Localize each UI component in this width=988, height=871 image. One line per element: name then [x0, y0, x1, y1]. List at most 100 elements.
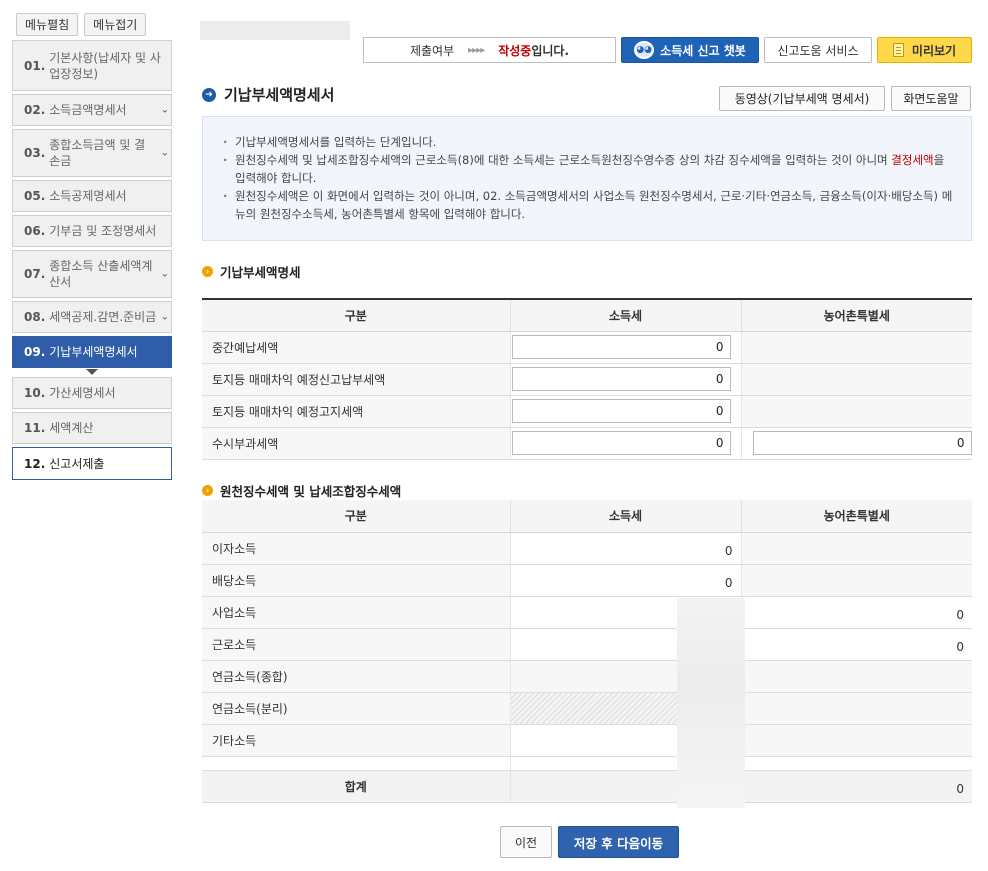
- rural-tax-value: [740, 724, 972, 757]
- row-label: 토지등 매매차익 예정고지세액: [202, 395, 510, 428]
- chatbot-icon: ◕◕: [634, 41, 655, 59]
- sidebar: 메뉴펼침 메뉴접기 01. 기본사항(납세자 및 사업장정보) 02. 소득금액…: [12, 13, 172, 483]
- sidebar-item-submit-return[interactable]: 12. 신고서제출: [12, 447, 172, 480]
- column-header: 농어촌특별세: [740, 299, 972, 332]
- land-sale-notice-tax-input[interactable]: [511, 399, 731, 423]
- table-row: 중간예납세액: [202, 331, 972, 364]
- status-tail: 입니다.: [531, 43, 570, 58]
- row-label: 사업소득: [202, 596, 510, 629]
- arrow-right-icon: ➜: [202, 87, 216, 102]
- sidebar-item-number: 01.: [24, 58, 46, 73]
- sidebar-item-label: 소득금액명세서: [49, 103, 127, 117]
- sidebar-item-number: 03.: [24, 146, 46, 160]
- chatbot-button[interactable]: ◕◕ 소득세 신고 챗봇: [621, 37, 759, 63]
- sidebar-item-number: 10.: [24, 386, 46, 400]
- column-header: 구분: [202, 299, 510, 332]
- sidebar-item-number: 09.: [24, 345, 46, 359]
- row-label: 기타소득: [202, 724, 510, 757]
- chevron-right-icon: ›: [202, 266, 213, 277]
- table-row: 사업소득 0: [202, 596, 972, 629]
- chevron-down-icon[interactable]: ⌄: [161, 105, 169, 116]
- sidebar-item-label: 종합소득금액 및 결손금: [49, 138, 146, 168]
- column-header: 소득세: [509, 299, 741, 332]
- rural-tax-value: 0: [740, 628, 972, 661]
- sidebar-item-label: 신고서제출: [49, 456, 105, 471]
- spacer-row: [202, 756, 972, 771]
- sidebar-item-tax-compute[interactable]: 11. 세액계산: [12, 412, 172, 444]
- row-label: 중간예납세액: [202, 331, 510, 364]
- video-guide-button[interactable]: 동영상(기납부세액 명세서): [719, 86, 885, 111]
- previous-button[interactable]: 이전: [500, 826, 552, 858]
- sidebar-item-number: 02.: [24, 103, 46, 117]
- masked-region: [200, 21, 350, 40]
- occasional-assessment-income-tax-input[interactable]: [511, 431, 731, 455]
- row-label: 토지등 매매차익 예정신고납부세액: [202, 363, 510, 396]
- save-and-next-button[interactable]: 저장 후 다음이동: [558, 826, 679, 858]
- section-title-prepaid: › 기납부세액명세: [202, 262, 301, 281]
- column-header: 소득세: [509, 500, 741, 533]
- sidebar-item-total-income[interactable]: 03. 종합소득금액 및 결손금 ⌄: [12, 129, 172, 177]
- section-title-withholding: › 원천징수세액 및 납세조합징수세액: [202, 481, 401, 500]
- highlight-text: 결정세액: [891, 153, 934, 167]
- menu-expand-button[interactable]: 메뉴펼침: [16, 13, 79, 36]
- income-tax-value: 0: [509, 564, 741, 597]
- page-title: 기납부세액명세서: [224, 86, 335, 104]
- sidebar-item-number: 07.: [24, 267, 46, 281]
- table-row: 연금소득(분리): [202, 692, 972, 725]
- screen-help-button[interactable]: 화면도움말: [891, 86, 971, 111]
- occasional-assessment-rural-tax-input[interactable]: [752, 431, 972, 455]
- sidebar-item-tax-credit[interactable]: 08. 세액공제.감면.준비금 ⌄: [12, 301, 172, 333]
- sidebar-item-number: 06.: [24, 224, 46, 238]
- row-label: 이자소득: [202, 532, 510, 565]
- table-row: 이자소득 0: [202, 532, 972, 565]
- sidebar-item-label: 세액공제.감면.준비금: [49, 310, 157, 324]
- total-label: 합계: [202, 770, 510, 803]
- table-row: 배당소득 0: [202, 564, 972, 597]
- chevron-down-icon[interactable]: ⌄: [161, 148, 169, 159]
- prepaid-tax-table: 구분 소득세 농어촌특별세 중간예납세액 토지등 매매차익 예정신고납부세액 토…: [202, 298, 972, 460]
- rural-tax-value: 0: [740, 596, 972, 629]
- sidebar-item-label: 소득공제명세서: [49, 189, 127, 203]
- sidebar-item-number: 05.: [24, 189, 46, 203]
- sidebar-item-number: 12.: [24, 456, 46, 471]
- sidebar-item-income-deduction[interactable]: 05. 소득공제명세서: [12, 180, 172, 212]
- sidebar-item-income-statement[interactable]: 02. 소득금액명세서 ⌄: [12, 94, 172, 126]
- rural-tax-value: [740, 660, 972, 693]
- chevron-down-icon[interactable]: ⌄: [161, 312, 169, 323]
- info-box: 기납부세액명세서를 입력하는 단계입니다. 원천징수세액 및 납세조합징수세액의…: [202, 116, 972, 241]
- row-label: 연금소득(종합): [202, 660, 510, 693]
- progress-arrows: ▸▸▸▸: [468, 44, 485, 56]
- preview-button[interactable]: 미리보기: [877, 37, 972, 63]
- total-rural-tax: 0: [740, 770, 972, 803]
- interim-prepayment-income-tax-input[interactable]: [511, 335, 731, 359]
- sidebar-item-number: 11.: [24, 421, 46, 435]
- table-row: 토지등 매매차익 예정신고납부세액: [202, 363, 972, 396]
- preview-label: 미리보기: [911, 43, 957, 58]
- sidebar-item-donation[interactable]: 06. 기부금 및 조정명세서: [12, 215, 172, 247]
- table-header-row: 구분 소득세 농어촌특별세: [202, 299, 972, 332]
- total-row: 합계 0: [202, 770, 972, 803]
- rural-tax-value: [740, 532, 972, 565]
- document-icon: [892, 43, 904, 57]
- sidebar-controls: 메뉴펼침 메뉴접기: [16, 13, 172, 36]
- submission-status-label: 제출여부: [409, 43, 455, 58]
- sidebar-item-basic-info[interactable]: 01. 기본사항(납세자 및 사업장정보): [12, 40, 172, 91]
- row-label: 근로소득: [202, 628, 510, 661]
- chatbot-label: 소득세 신고 챗봇: [660, 43, 746, 58]
- table-header-row: 구분 소득세 농어촌특별세: [202, 500, 972, 533]
- row-label: 수시부과세액: [202, 427, 510, 460]
- withholding-tax-table: 구분 소득세 농어촌특별세 이자소득 0 배당소득 0 사업소득 0 근로소득 …: [202, 500, 972, 803]
- land-sale-report-tax-input[interactable]: [511, 367, 731, 391]
- page-heading: ➜ 기납부세액명세서: [202, 84, 334, 105]
- info-line: 원천징수세액은 이 화면에서 입력하는 것이 아니며, 02. 소득금액명세서의…: [223, 187, 953, 223]
- sidebar-item-label: 기본사항(납세자 및 사업장정보): [49, 50, 161, 81]
- sidebar-item-additional-tax[interactable]: 10. 가산세명세서: [12, 377, 172, 409]
- sidebar-item-tax-calculation[interactable]: 07. 종합소득 산출세액계산서 ⌄: [12, 250, 172, 298]
- menu-collapse-button[interactable]: 메뉴접기: [84, 13, 147, 36]
- info-line: 기납부세액명세서를 입력하는 단계입니다.: [223, 133, 953, 151]
- sidebar-item-prepaid-tax[interactable]: 09. 기납부세액명세서: [12, 336, 172, 368]
- table-row: 기타소득: [202, 724, 972, 757]
- sidebar-item-label: 가산세명세서: [49, 386, 116, 400]
- help-service-button[interactable]: 신고도움 서비스: [764, 37, 872, 63]
- chevron-down-icon[interactable]: ⌄: [161, 269, 169, 280]
